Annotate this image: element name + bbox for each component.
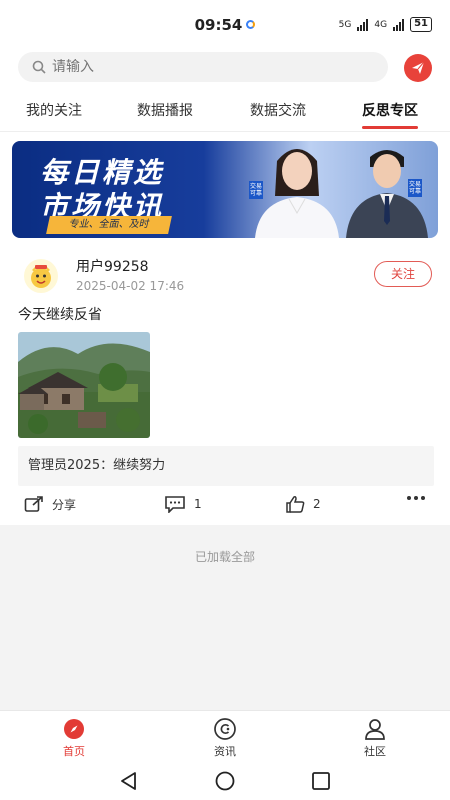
battery-icon: 51 [410, 17, 432, 32]
post-image[interactable] [18, 332, 150, 438]
network-5g-label: 5G [338, 19, 352, 30]
tab-data-exchange[interactable]: 数据交流 [250, 100, 306, 120]
post-text: 今天继续反省 [18, 307, 102, 323]
nav-home[interactable]: 首页 [44, 717, 104, 759]
compass-icon [64, 719, 84, 739]
like-count: 2 [313, 497, 321, 511]
search-input[interactable] [52, 59, 352, 75]
home-circle-icon[interactable] [214, 770, 236, 792]
search-icon [32, 60, 46, 74]
send-button[interactable] [404, 54, 432, 82]
signal-icon-2 [393, 18, 405, 31]
more-button[interactable] [406, 495, 426, 501]
share-label: 分享 [52, 497, 77, 512]
more-icon [407, 496, 425, 500]
nav-community-label: 社区 [364, 745, 386, 758]
status-indicators: 5G 4G 51 [339, 17, 432, 32]
post-username[interactable]: 用户99258 [76, 256, 149, 276]
like-button[interactable]: 2 [285, 495, 321, 513]
sync-icon [246, 20, 256, 29]
post-card: 用户99258 2025-04-02 17:46 关注 今天继续反省 管理员20… [0, 247, 450, 525]
avatar-mascot-icon [31, 265, 51, 288]
system-nav-bar [0, 760, 450, 800]
user-icon [365, 719, 385, 740]
share-button[interactable]: 分享 [24, 495, 76, 513]
back-icon[interactable] [118, 770, 140, 792]
comment-icon [165, 496, 185, 513]
promo-banner[interactable]: 每日精选 市场快讯 专业、全面、及时 交易可靠 交易可靠 [12, 141, 438, 238]
banner-subtitle: 专业、全面、及时 [46, 216, 172, 234]
nav-news-label: 资讯 [214, 745, 236, 758]
post-actions: 分享 1 2 [0, 490, 450, 520]
share-icon [24, 496, 43, 512]
news-icon [214, 718, 236, 740]
comment-preview[interactable]: 管理员2025：继续努力 [18, 446, 434, 486]
network-4g-label: 4G [374, 19, 388, 30]
post-timestamp: 2025-04-02 17:46 [76, 279, 185, 293]
comment-count: 1 [194, 497, 202, 511]
banner-badge-right: 交易可靠 [408, 179, 422, 197]
paper-plane-icon [412, 61, 425, 74]
category-tabs: 我的关注 数据播报 数据交流 反思专区 [0, 88, 450, 132]
banner-section: 每日精选 市场快讯 专业、全面、及时 交易可靠 交易可靠 [0, 132, 450, 247]
banner-badge-left: 交易可靠 [249, 181, 263, 199]
loaded-all-text: 已加载全部 [194, 550, 255, 564]
village-photo [18, 332, 150, 438]
tab-my-follow[interactable]: 我的关注 [26, 100, 82, 120]
nav-news[interactable]: 资讯 [195, 717, 255, 759]
tab-data-broadcast[interactable]: 数据播报 [137, 100, 193, 120]
status-time-text: 09:54 [194, 16, 243, 34]
avatar[interactable] [24, 259, 58, 293]
status-bar: 09:54 5G 4G 51 [0, 0, 450, 46]
nav-community[interactable]: 社区 [345, 717, 405, 759]
search-bar [0, 46, 450, 88]
search-box[interactable] [18, 52, 388, 82]
nav-home-label: 首页 [63, 745, 85, 758]
signal-icon [357, 18, 369, 31]
tab-reflection[interactable]: 反思专区 [362, 100, 418, 129]
recent-apps-icon[interactable] [310, 770, 332, 792]
follow-button[interactable]: 关注 [374, 261, 432, 287]
comment-button[interactable]: 1 [164, 495, 202, 513]
thumbs-up-icon [286, 496, 305, 513]
bottom-nav: 首页 资讯 社区 [0, 710, 450, 760]
